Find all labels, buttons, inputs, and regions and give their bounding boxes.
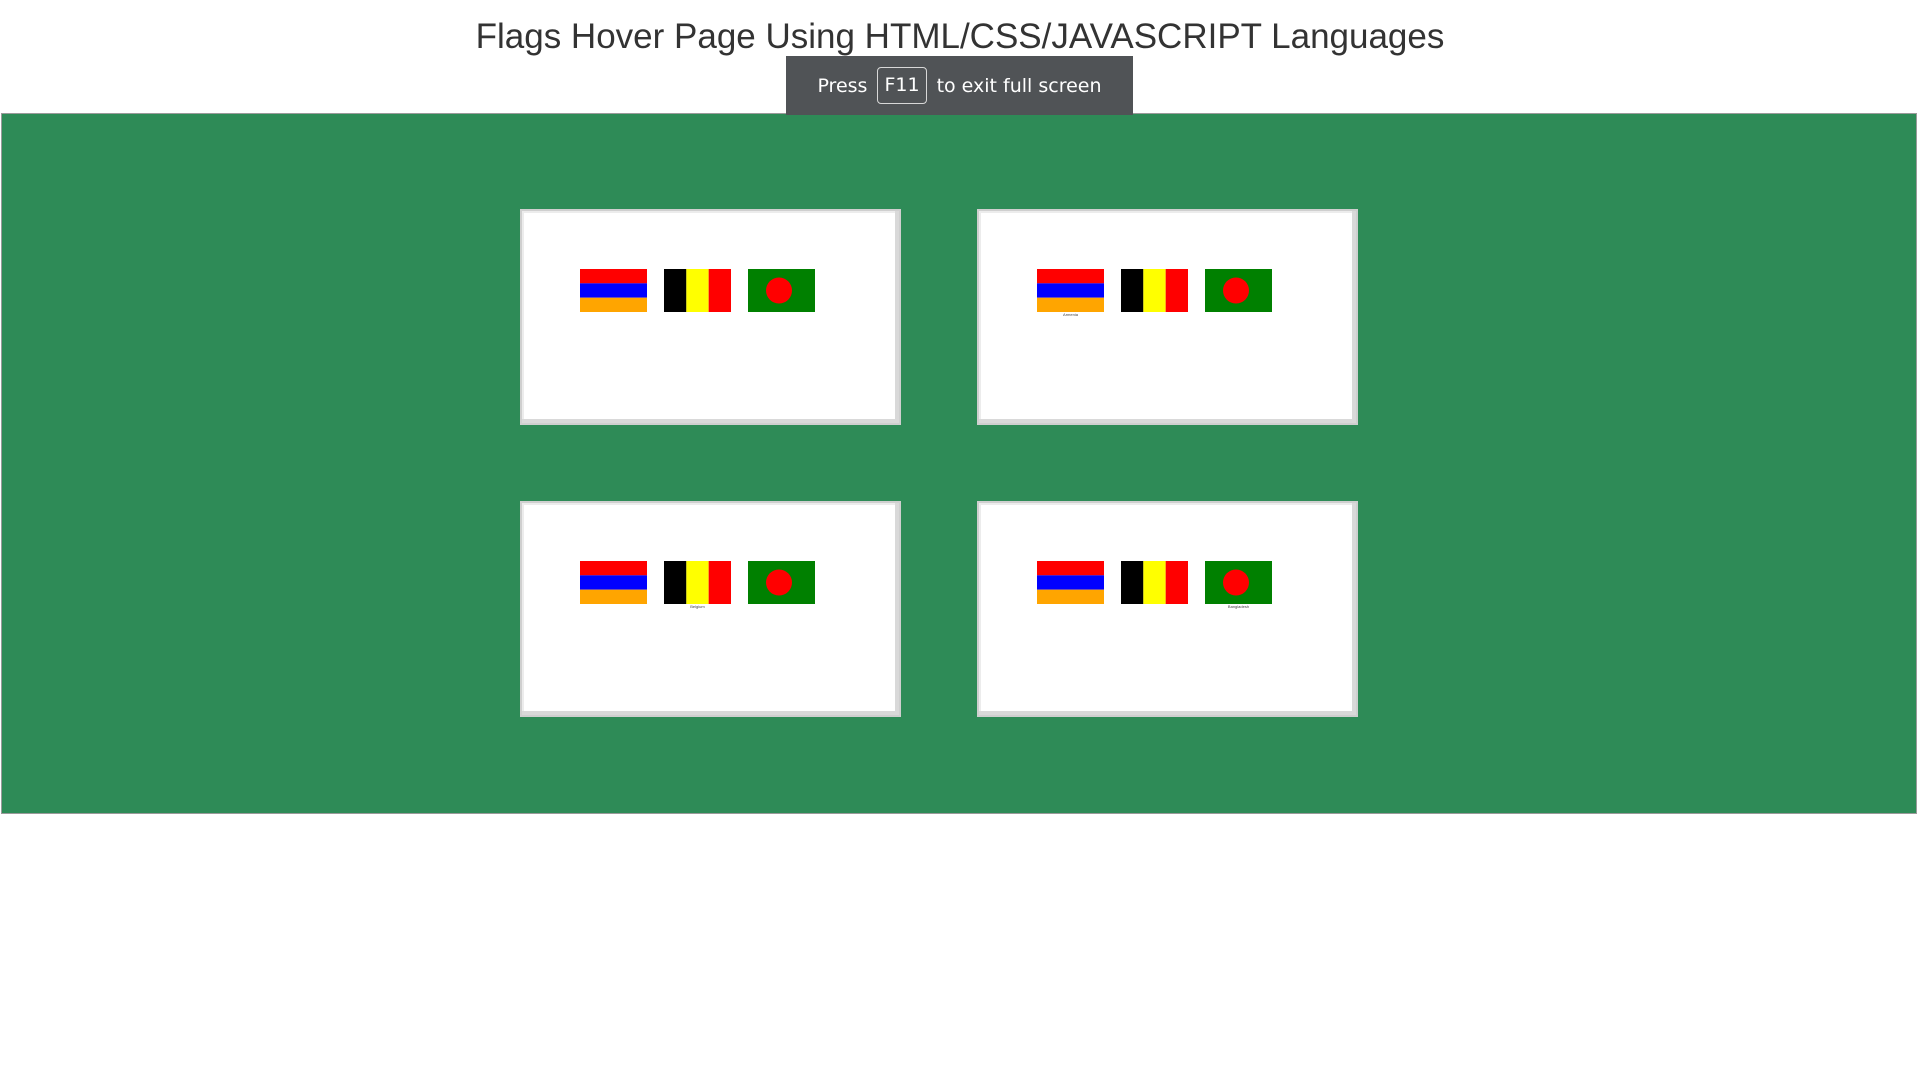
bangladesh-flag[interactable] bbox=[748, 269, 815, 312]
bangladesh-flag-item[interactable] bbox=[748, 561, 815, 604]
belgium-flag[interactable] bbox=[1121, 269, 1188, 312]
armenia-flag-item[interactable] bbox=[580, 561, 647, 604]
armenia-flag[interactable] bbox=[1037, 561, 1104, 604]
bangladesh-flag-item[interactable] bbox=[1205, 269, 1272, 312]
flag-row: Bangladesh bbox=[1037, 561, 1272, 609]
fullscreen-notice-suffix: to exit full screen bbox=[936, 74, 1102, 97]
flag-card: Armenia bbox=[977, 209, 1358, 425]
f11-key-badge: F11 bbox=[877, 67, 927, 104]
armenia-flag-item[interactable] bbox=[1037, 561, 1104, 604]
fullscreen-exit-notice: Press F11 to exit full screen bbox=[786, 56, 1133, 115]
flag-caption: Belgium bbox=[690, 604, 705, 609]
armenia-flag-item[interactable]: Armenia bbox=[1037, 269, 1104, 317]
flag-row: Armenia bbox=[1037, 269, 1272, 317]
bangladesh-flag[interactable] bbox=[1205, 269, 1272, 312]
belgium-flag-item[interactable] bbox=[664, 269, 731, 312]
flag-card bbox=[520, 209, 901, 425]
bangladesh-flag[interactable] bbox=[1205, 561, 1272, 604]
armenia-flag[interactable] bbox=[580, 561, 647, 604]
belgium-flag-item[interactable] bbox=[1121, 269, 1188, 312]
armenia-flag[interactable] bbox=[1037, 269, 1104, 312]
bangladesh-flag-item[interactable]: Bangladesh bbox=[1205, 561, 1272, 609]
flag-row bbox=[580, 269, 815, 312]
bangladesh-flag-item[interactable] bbox=[748, 269, 815, 312]
bangladesh-flag[interactable] bbox=[748, 561, 815, 604]
armenia-flag[interactable] bbox=[580, 269, 647, 312]
belgium-flag-item[interactable] bbox=[1121, 561, 1188, 604]
belgium-flag[interactable] bbox=[1121, 561, 1188, 604]
flag-card: Bangladesh bbox=[977, 501, 1358, 717]
flag-card: Belgium bbox=[520, 501, 901, 717]
armenia-flag-item[interactable] bbox=[580, 269, 647, 312]
flag-caption: Armenia bbox=[1063, 312, 1078, 317]
flag-row: Belgium bbox=[580, 561, 815, 609]
belgium-flag[interactable] bbox=[664, 269, 731, 312]
flags-stage: Armenia Belgium Bangladesh bbox=[1, 113, 1917, 814]
flag-caption: Bangladesh bbox=[1227, 604, 1250, 609]
fullscreen-notice-prefix: Press bbox=[817, 74, 868, 97]
belgium-flag-item[interactable]: Belgium bbox=[664, 561, 731, 609]
belgium-flag[interactable] bbox=[664, 561, 731, 604]
